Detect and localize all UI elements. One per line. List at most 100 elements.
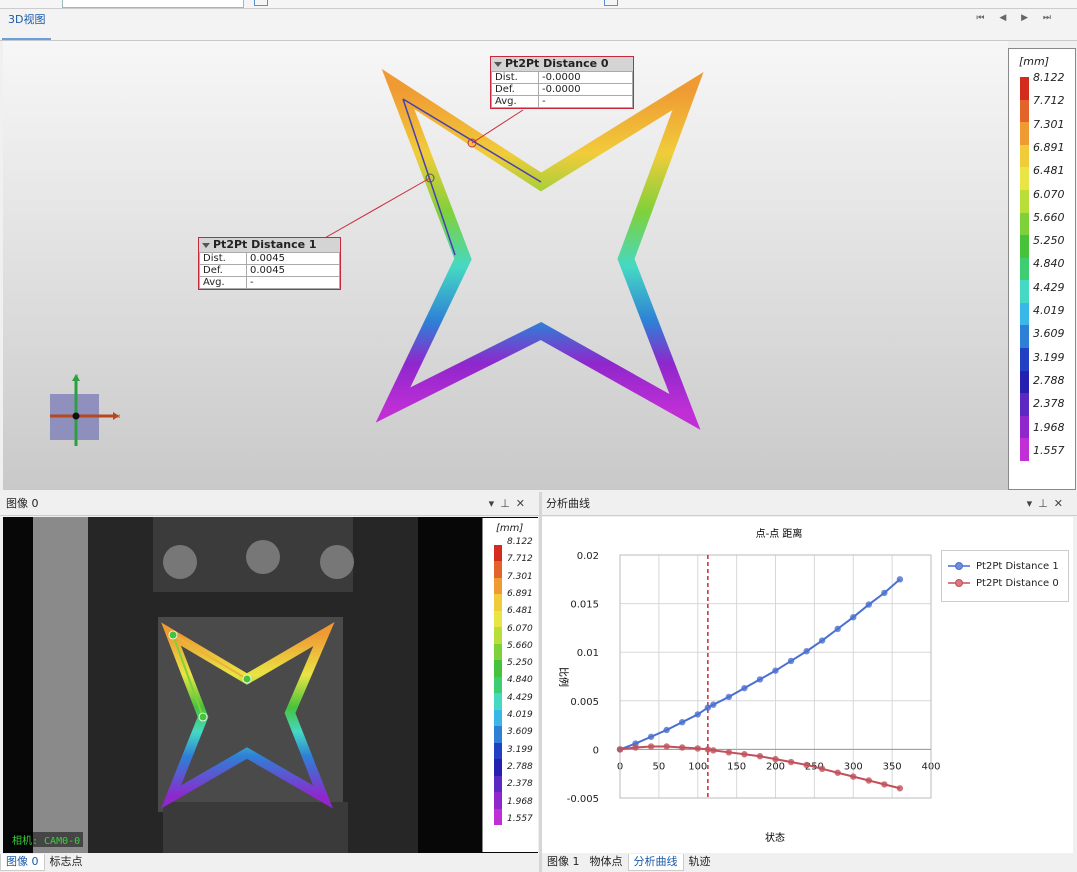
colorscale-segment (494, 808, 502, 825)
close-icon[interactable]: ✕ (516, 497, 531, 510)
measure-box-1[interactable]: Pt2Pt Distance 1 Dist. 0.0045 Def. 0.0045 … (198, 237, 341, 290)
colorscale-label: 4.019 (1033, 304, 1065, 317)
toolbar-input[interactable] (62, 0, 244, 8)
tab-analysis-curve[interactable]: 分析曲线 (627, 854, 684, 871)
pin-icon[interactable]: ⊥ (500, 497, 516, 510)
colorscale-segment (494, 594, 502, 611)
colorscale-segment (1020, 122, 1029, 145)
colorscale-label: 7.301 (507, 571, 533, 582)
colorscale-label: 3.609 (1033, 327, 1065, 341)
colorscale-label: 3.199 (1033, 350, 1065, 364)
colorscale-segment (494, 742, 502, 760)
colorscale-segment (1020, 415, 1029, 439)
row-value: -0.0000 (538, 71, 633, 84)
measure-box-0[interactable]: Pt2Pt Distance 0 Dist. -0.0000 Def. -0.000… (490, 56, 634, 109)
tab-3d-view[interactable]: 3D视图 (2, 12, 52, 40)
row-key: Avg. (491, 95, 539, 108)
colorscale-label: 2.378 (1033, 397, 1065, 411)
close-icon[interactable]: ✕ (1054, 497, 1069, 510)
x-tick-label: 100 (688, 761, 707, 772)
y-tick-label: 0.005 (570, 697, 599, 708)
colorscale-segment (494, 726, 502, 743)
dropdown-icon[interactable]: ▾ (489, 497, 501, 510)
data-point (694, 745, 701, 752)
colorscale-label: 6.481 (507, 606, 533, 617)
chart-legend: Pt2Pt Distance 1 Pt2Pt Distance 0 (941, 550, 1069, 602)
data-point (647, 733, 655, 740)
data-point (787, 758, 795, 766)
colorscale-segment (494, 627, 502, 644)
row-key: Dist. (491, 71, 539, 84)
view-tabstrip: 3D视图 ⏮ ◀ ▶ ⏭ (0, 9, 1077, 41)
colorscale-segment (494, 545, 502, 562)
left-bottom-tabs: 图像 0 标志点 (0, 854, 539, 872)
grip-lower (163, 802, 348, 853)
colorscale-label: 5.250 (1033, 234, 1065, 248)
data-point (772, 667, 779, 674)
colorscale-segment (494, 775, 502, 793)
row-key: Def. (491, 83, 539, 96)
colorscale-segment (1020, 280, 1029, 303)
y-tick-label: 0 (593, 745, 599, 756)
row-key: Dist. (199, 252, 247, 265)
colorscale-label: 6.070 (507, 623, 533, 634)
colorscale-label: 4.019 (507, 710, 533, 720)
tab-image-1[interactable]: 图像 1 (542, 854, 585, 870)
x-tick-label: 350 (883, 761, 902, 772)
data-point (725, 749, 733, 756)
view-tool-icon[interactable] (604, 0, 618, 6)
data-point (725, 693, 733, 701)
tab-image-0[interactable]: 图像 0 (0, 854, 45, 871)
image-marker-b[interactable] (242, 674, 252, 684)
row-value: 0.0045 (246, 252, 340, 265)
dropdown-icon[interactable]: ▾ (1027, 497, 1039, 510)
legend-unit: [mm] (496, 523, 524, 534)
row-value: -0.0000 (538, 83, 633, 96)
legend-unit: [mm] (1019, 55, 1050, 68)
colorscale-label: 3.609 (507, 727, 533, 738)
tab-markers[interactable]: 标志点 (45, 854, 88, 870)
colorscale-label: 5.250 (507, 658, 533, 669)
colorscale-segment (1020, 257, 1029, 281)
camera-image-view[interactable]: 相机: CAM0-0 (3, 517, 538, 853)
3d-viewport[interactable]: x y Pt2Pt Distance 0 Dist. -0.0000 Def. -0… (3, 41, 1008, 490)
image-marker-c[interactable] (198, 712, 208, 722)
colorscale-label: 6.891 (507, 588, 533, 599)
image-panel-title: 图像 0 (6, 497, 39, 510)
data-point (663, 726, 670, 734)
data-point (710, 747, 717, 754)
colorscale-label: 6.070 (1033, 187, 1065, 201)
measure-box-title[interactable]: Pt2Pt Distance 1 (199, 238, 340, 252)
tab-object-points[interactable]: 物体点 (585, 854, 628, 870)
image-marker-a[interactable] (168, 630, 178, 640)
callout-line-1 (322, 177, 431, 240)
colorscale-segment (494, 709, 502, 727)
pin-icon[interactable]: ⊥ (1038, 497, 1054, 510)
camera-label: 相机: CAM0-0 (9, 832, 84, 847)
select-tool-icon[interactable] (254, 0, 268, 6)
y-tick-label: 0.015 (570, 600, 599, 611)
analysis-chart[interactable]: 点-点 距离 状态 比例 0 50 100 150 200 250 300 350 400 0.0… (542, 517, 1073, 853)
data-point (632, 744, 639, 751)
x-tick-label: 200 (766, 761, 785, 772)
colorscale-label: 4.429 (507, 692, 533, 703)
colorscale-label: 7.301 (1033, 117, 1065, 131)
tab-trajectory[interactable]: 轨迹 (684, 854, 716, 870)
colorscale-label: 4.429 (1033, 280, 1065, 294)
frame-nav-buttons[interactable]: ⏮ ◀ ▶ ⏭ (976, 13, 1057, 23)
colorscale-segment (494, 693, 502, 710)
measure-box-title[interactable]: Pt2Pt Distance 0 (491, 57, 633, 71)
colorscale-segment (1020, 325, 1029, 349)
image-panel-header: 图像 0 ▾⊥✕ (0, 492, 539, 516)
colorscale-label: 1.557 (507, 813, 533, 824)
colorscale-label: 8.122 (1033, 71, 1065, 84)
colorscale-label: 1.968 (1033, 420, 1065, 434)
colorscale-segment (494, 643, 502, 661)
row-key: Avg. (199, 276, 247, 289)
colorscale-bar (1020, 77, 1029, 461)
data-point (896, 576, 904, 583)
colorscale-label: 7.712 (507, 554, 533, 565)
legend-entry-1: Pt2Pt Distance 1 (976, 561, 1059, 572)
colorscale-legend-image: [mm] 8.122 7.712 7.301 6.891 6.481 6.070 5.660… (482, 518, 538, 852)
data-point (850, 773, 857, 780)
